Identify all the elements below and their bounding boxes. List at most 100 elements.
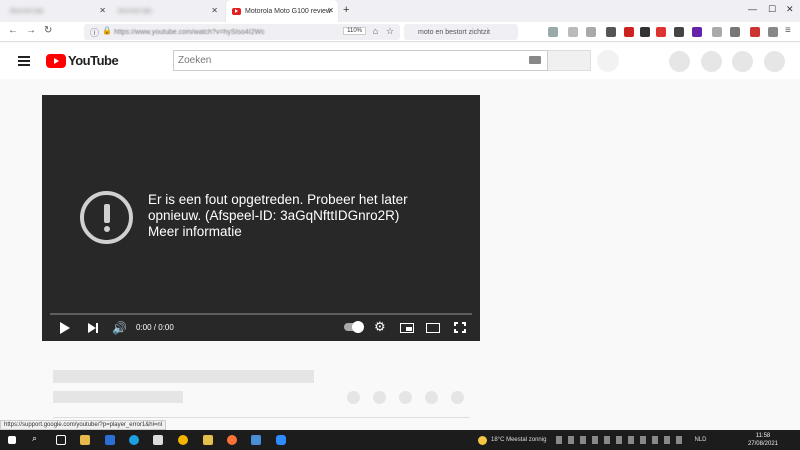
youtube-logo[interactable]: YouTube <box>46 53 119 68</box>
edge-icon[interactable] <box>129 435 139 445</box>
player-error-message: Er is een fout opgetreden. Probeer het l… <box>148 192 448 240</box>
menu-icon[interactable]: ≡ <box>785 25 791 36</box>
meta-skeleton <box>53 391 183 403</box>
browser-tab-1[interactable]: blurred tab ✕ <box>4 0 110 22</box>
youtube-search-input[interactable]: Zoeken <box>173 50 548 71</box>
extension-icon[interactable] <box>750 27 760 37</box>
bookmark-star-icon[interactable]: ☆ <box>386 26 394 37</box>
forward-arrow-icon[interactable]: → <box>26 25 36 36</box>
extension-icon[interactable] <box>624 27 634 37</box>
status-url-tooltip: https://support.google.com/youtube/?p=pl… <box>0 420 167 430</box>
error-line-1: Er is een fout opgetreden. Probeer het l… <box>148 192 408 207</box>
close-icon[interactable]: ✕ <box>211 6 218 15</box>
clock-date: 27/08/2021 <box>747 441 778 447</box>
fullscreen-icon[interactable] <box>454 322 466 333</box>
tray-icons[interactable] <box>556 436 687 444</box>
minimize-icon[interactable]: — <box>748 4 757 14</box>
window-close-icon[interactable]: ✕ <box>786 4 794 15</box>
photos-icon[interactable] <box>153 435 163 445</box>
search-icon[interactable]: ⌕ <box>32 433 42 443</box>
microphone-button[interactable] <box>597 50 619 72</box>
new-tab-plus-icon[interactable]: + <box>343 4 349 16</box>
outlook-icon[interactable] <box>251 435 261 445</box>
keyboard-icon[interactable] <box>529 56 541 64</box>
tab-label: Motorola Moto G100 review <box>245 7 331 15</box>
browser-tab-2[interactable]: blurred tab ✕ <box>112 0 222 22</box>
lock-icon: 🔒 <box>102 26 112 35</box>
title-skeleton <box>53 370 314 383</box>
action-skeleton <box>425 391 438 404</box>
header-icon-placeholder[interactable] <box>732 51 753 72</box>
browser-navigation-bar: ← → ↻ ⓘ 🔒 https://www.youtube.com/watch?… <box>0 22 800 42</box>
task-view-icon[interactable] <box>56 435 66 445</box>
address-bar[interactable]: ⓘ 🔒 https://www.youtube.com/watch?v=hySI… <box>84 24 400 40</box>
action-skeleton <box>347 391 360 404</box>
youtube-play-logo-icon <box>46 53 66 68</box>
miniplayer-icon[interactable] <box>400 323 414 333</box>
progress-bar[interactable] <box>50 313 472 315</box>
play-icon[interactable] <box>60 322 70 334</box>
error-line-2: opnieuw. (Afspeel-ID: 3aGqNfttIDGnro2R) <box>148 208 400 223</box>
pocket-icon[interactable] <box>568 27 578 37</box>
next-icon[interactable] <box>88 323 100 333</box>
theater-mode-icon[interactable] <box>426 323 440 333</box>
more-info-link[interactable]: Meer informatie <box>148 224 448 240</box>
firefox-icon[interactable] <box>227 435 237 445</box>
extension-icon[interactable] <box>606 27 616 37</box>
hamburger-menu-icon[interactable] <box>18 56 30 66</box>
tab-label: blurred tab <box>10 7 44 15</box>
action-skeleton <box>451 391 464 404</box>
youtube-header: YouTube Zoeken <box>0 43 800 79</box>
extension-icon[interactable] <box>674 27 684 37</box>
extension-icon[interactable] <box>768 27 778 37</box>
youtube-favicon-icon <box>232 7 241 15</box>
divider <box>53 417 470 418</box>
header-icon-placeholder[interactable] <box>669 51 690 72</box>
info-icon[interactable]: ⓘ <box>90 26 99 39</box>
zoom-icon[interactable] <box>276 435 286 445</box>
weather-sun-icon[interactable] <box>478 435 487 445</box>
weather-text[interactable]: 18°C Meestal zonnig <box>491 437 546 443</box>
extension-icon[interactable] <box>692 27 702 37</box>
avatar[interactable] <box>764 51 785 72</box>
file-explorer-icon[interactable] <box>80 435 90 445</box>
address-url: https://www.youtube.com/watch?v=hySIso4I… <box>114 28 265 36</box>
header-icon-placeholder[interactable] <box>701 51 722 72</box>
windows-start-icon[interactable] <box>8 436 16 444</box>
clock-time: 11:58 <box>755 433 771 439</box>
close-icon[interactable]: ✕ <box>99 6 106 15</box>
folder-icon[interactable] <box>203 435 213 445</box>
zoom-level-badge[interactable]: 110% <box>343 27 366 35</box>
volume-icon[interactable]: 🔊 <box>112 321 127 335</box>
browser-search-box[interactable]: moto en bestort zichtzit <box>404 24 518 40</box>
search-placeholder: Zoeken <box>178 55 212 66</box>
maximize-icon[interactable]: ☐ <box>768 4 776 15</box>
autoplay-toggle[interactable] <box>344 321 364 333</box>
action-skeleton <box>373 391 386 404</box>
browser-tab-strip: blurred tab ✕ blurred tab ✕ Motorola Mot… <box>0 0 800 22</box>
youtube-logo-text: YouTube <box>68 53 119 68</box>
close-icon[interactable]: ✕ <box>327 6 334 15</box>
error-exclamation-icon <box>80 191 133 244</box>
extension-icon[interactable] <box>712 27 722 37</box>
extension-icon[interactable] <box>656 27 666 37</box>
time-display: 0:00 / 0:00 <box>136 323 174 332</box>
download-icon[interactable] <box>548 27 558 37</box>
language-indicator[interactable]: NLD <box>694 437 706 443</box>
search-button[interactable] <box>548 50 591 71</box>
back-arrow-icon[interactable]: ← <box>8 25 18 36</box>
reload-icon[interactable]: ↻ <box>44 25 52 36</box>
taskbar-clock[interactable]: 11:58 27/08/2021 <box>748 432 778 448</box>
settings-gear-icon[interactable]: ⚙ <box>374 319 386 335</box>
search-text: moto en bestort zichtzit <box>418 28 490 36</box>
browser-tab-active[interactable]: Motorola Moto G100 review ✕ <box>226 0 338 22</box>
home-icon[interactable]: ⌂ <box>373 26 378 36</box>
mail-icon[interactable] <box>105 435 115 445</box>
extension-icon[interactable] <box>730 27 740 37</box>
video-player[interactable]: Er is een fout opgetreden. Probeer het l… <box>42 95 480 341</box>
action-skeleton <box>399 391 412 404</box>
chrome-icon[interactable] <box>178 435 188 445</box>
windows-taskbar: ⌕ 18°C Meestal zonnig NLD 11:58 27/08/20… <box>0 430 800 450</box>
extension-icon[interactable] <box>640 27 650 37</box>
library-icon[interactable] <box>586 27 596 37</box>
